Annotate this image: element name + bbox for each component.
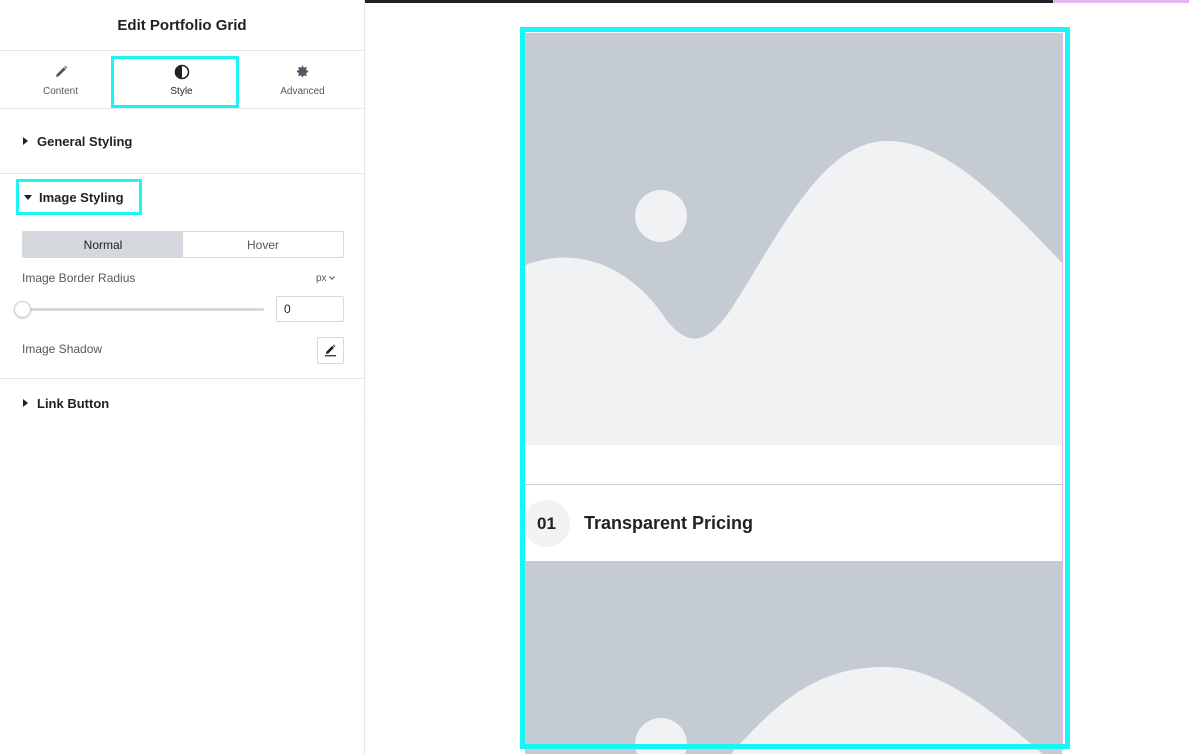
tab-advanced[interactable]: Advanced	[242, 51, 363, 108]
portfolio-item-info: 01 Transparent Pricing	[525, 486, 1062, 561]
placeholder-image	[525, 33, 1062, 445]
image-shadow-label: Image Shadow	[22, 342, 103, 356]
half-circle-icon	[174, 63, 190, 81]
unit-value: px	[316, 273, 327, 284]
border-radius-slider[interactable]	[14, 301, 264, 319]
image-spacer	[525, 445, 1062, 485]
tab-advanced-label: Advanced	[280, 85, 325, 97]
pink-guide-line	[1062, 33, 1063, 749]
caret-down-icon	[24, 194, 32, 200]
normal-hover-toggle: Normal Hover	[22, 231, 344, 258]
panel-title: Edit Portfolio Grid	[117, 16, 247, 34]
image-styling-header[interactable]: Image Styling	[16, 179, 142, 215]
toggle-hover[interactable]: Hover	[183, 232, 343, 257]
section-link-button: Link Button	[0, 379, 364, 427]
general-styling-header[interactable]: General Styling	[0, 109, 364, 173]
unit-select[interactable]: px	[316, 273, 335, 284]
image-styling-title: Image Styling	[39, 189, 124, 205]
border-radius-label: Image Border Radius	[22, 271, 136, 285]
slider-track	[22, 308, 264, 311]
slider-thumb[interactable]	[14, 301, 31, 318]
image-shadow-edit-button[interactable]	[317, 337, 344, 364]
tab-content[interactable]: Content	[0, 51, 121, 108]
border-radius-input[interactable]: 0	[276, 296, 344, 322]
chevron-down-icon	[328, 274, 335, 280]
section-image-styling: Image Styling Normal Hover Image Border …	[0, 174, 364, 379]
placeholder-image	[525, 561, 1062, 754]
editor-panel: Edit Portfolio Grid Content Style Advanc…	[0, 0, 365, 754]
tab-content-label: Content	[42, 85, 79, 97]
section-general-styling: General Styling	[0, 109, 364, 174]
caret-right-icon	[23, 399, 28, 407]
portfolio-item[interactable]: 01 Transparent Pricing	[525, 33, 1062, 754]
tab-style-label: Style	[170, 85, 193, 97]
gear-icon	[295, 63, 310, 81]
link-button-header[interactable]: Link Button	[0, 379, 364, 427]
image-styling-head-inner: Image Styling	[24, 190, 124, 205]
tab-style[interactable]: Style	[121, 51, 242, 108]
toggle-normal[interactable]: Normal	[23, 232, 183, 257]
pencil-icon	[324, 344, 337, 357]
panel-header: Edit Portfolio Grid	[0, 0, 364, 51]
caret-right-icon	[23, 137, 28, 145]
item-number-badge: 01	[525, 500, 570, 547]
panel-tabs: Content Style Advanced	[0, 51, 364, 109]
pencil-icon	[54, 63, 68, 81]
link-button-title: Link Button	[37, 395, 110, 411]
general-styling-title: General Styling	[37, 133, 133, 149]
portfolio-item-title[interactable]: Transparent Pricing	[584, 513, 753, 534]
